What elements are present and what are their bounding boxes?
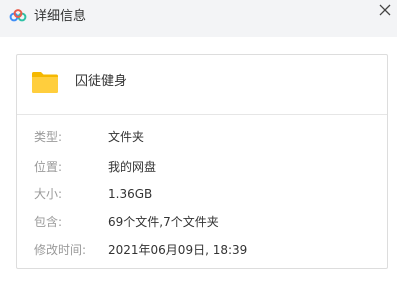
details-panel: 囚徒健身 类型: 文件夹 位置: 我的网盘 大小: 1.36GB 包含: 69个… bbox=[16, 54, 388, 269]
type-label: 类型: bbox=[34, 130, 63, 144]
baidu-netdisk-logo-icon bbox=[9, 9, 27, 22]
folder-icon bbox=[32, 72, 58, 93]
file-name: 囚徒健身 bbox=[75, 74, 128, 89]
detail-row-size: 大小: 1.36GB bbox=[17, 185, 387, 203]
detail-row-type: 类型: 文件夹 bbox=[17, 128, 387, 146]
type-value: 文件夹 bbox=[108, 130, 145, 144]
modified-time-label: 修改时间: bbox=[34, 243, 87, 257]
dialog-title: 详细信息 bbox=[34, 9, 87, 24]
location-value: 我的网盘 bbox=[108, 160, 157, 174]
title-bar[interactable]: 详细信息 bbox=[0, 0, 397, 37]
contains-label: 包含: bbox=[34, 215, 63, 229]
divider bbox=[17, 114, 387, 115]
file-header: 囚徒健身 bbox=[17, 55, 387, 114]
modified-time-value: 2021年06月09日, 18:39 bbox=[108, 243, 248, 257]
size-value: 1.36GB bbox=[108, 187, 153, 201]
detail-row-location: 位置: 我的网盘 bbox=[17, 158, 387, 176]
properties-dialog: 详细信息 囚徒健身 类型: 文件夹 位置: 我的网盘 大小: 1.36GB 包含… bbox=[0, 0, 397, 301]
detail-row-contains: 包含: 69个文件,7个文件夹 bbox=[17, 213, 387, 231]
close-icon[interactable] bbox=[377, 2, 393, 18]
contains-value: 69个文件,7个文件夹 bbox=[108, 215, 219, 229]
detail-row-modified: 修改时间: 2021年06月09日, 18:39 bbox=[17, 241, 387, 259]
size-label: 大小: bbox=[34, 187, 63, 201]
location-label: 位置: bbox=[34, 160, 63, 174]
